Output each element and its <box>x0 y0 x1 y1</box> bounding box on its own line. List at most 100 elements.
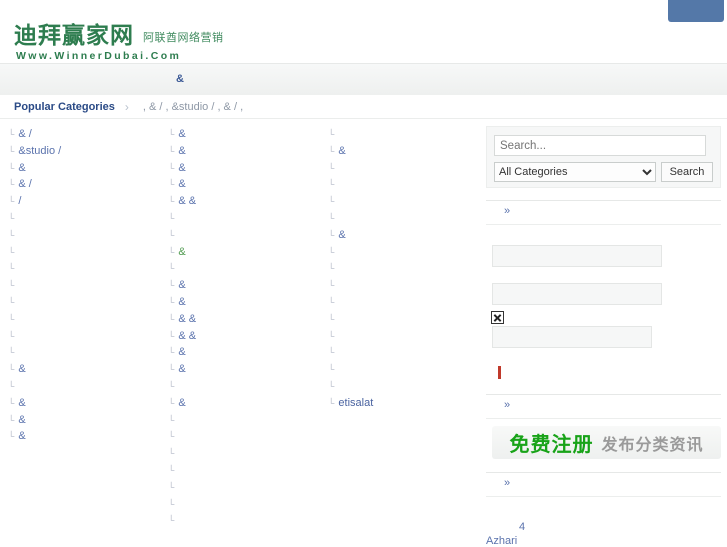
category-item: └ <box>328 378 488 395</box>
category-item[interactable]: └ & / <box>8 176 168 193</box>
list-marker-icon: └ <box>8 246 15 257</box>
category-item: └ <box>328 328 488 345</box>
category-item: └ <box>328 294 488 311</box>
category-item: └ <box>8 294 168 311</box>
category-item[interactable]: └ & <box>328 143 488 160</box>
list-marker-icon: └ <box>168 129 175 139</box>
category-item-label: etisalat <box>338 396 374 409</box>
nav-item-1[interactable]: & <box>176 73 184 85</box>
category-item[interactable]: └ & <box>168 277 328 294</box>
category-item[interactable]: └ & <box>8 395 168 412</box>
category-item-label: & <box>178 363 186 376</box>
category-item: └ <box>8 277 168 294</box>
category-item: └ <box>168 445 328 462</box>
category-item[interactable]: └ & <box>168 176 328 193</box>
list-marker-icon: └ <box>168 364 175 375</box>
category-item: └ <box>328 344 488 361</box>
category-item-label: & <box>178 178 186 191</box>
list-marker-icon: └ <box>8 196 15 207</box>
category-item-label: & <box>18 430 26 443</box>
category-item[interactable]: └ / <box>8 193 168 210</box>
list-marker-icon: └ <box>168 330 175 341</box>
category-item[interactable]: └ & <box>168 294 328 311</box>
category-item[interactable]: └ & / <box>8 126 168 143</box>
register-promo-banner[interactable]: 免费注册 发布分类资讯 <box>492 426 721 459</box>
section-header-1: » <box>486 200 721 225</box>
category-item[interactable]: └ & <box>168 244 328 261</box>
category-item: └ <box>328 176 488 193</box>
ad-placeholder-3[interactable] <box>492 326 652 348</box>
list-marker-icon: └ <box>168 212 175 223</box>
category-item[interactable]: └ & <box>8 160 168 177</box>
list-marker-icon: └ <box>168 431 175 442</box>
search-input[interactable] <box>494 135 706 156</box>
category-item[interactable]: └ & <box>328 227 488 244</box>
category-item: └ <box>168 210 328 227</box>
category-item: └ <box>8 328 168 345</box>
list-marker-icon: └ <box>328 296 335 307</box>
category-item[interactable]: └ & <box>168 143 328 160</box>
category-item: └ <box>328 160 488 177</box>
promo-subtitle-text: 发布分类资讯 <box>601 434 704 454</box>
category-item[interactable]: └ & & <box>168 193 328 210</box>
category-item: └ <box>8 244 168 261</box>
ad-placeholder-1[interactable] <box>492 245 662 267</box>
category-item: └ <box>168 479 328 496</box>
category-item: └ <box>328 244 488 261</box>
list-marker-icon: └ <box>8 179 15 190</box>
list-marker-icon: └ <box>8 414 15 425</box>
blue-tab-button[interactable] <box>668 0 724 22</box>
ad-placeholder-2[interactable] <box>492 283 662 305</box>
tail-name-link[interactable]: Azhari <box>486 535 517 547</box>
category-item[interactable]: └ & <box>168 361 328 378</box>
category-column-3: └ └ & └ └ └ └ └ & └ └ └ └ └ └ └ └ └ └ etisalat <box>328 126 488 412</box>
category-item[interactable]: └ & <box>8 412 168 429</box>
red-marker-icon <box>498 366 501 379</box>
category-item[interactable]: └ etisalat <box>328 395 488 412</box>
category-item[interactable]: └ & <box>168 126 328 143</box>
category-item: └ <box>168 260 328 277</box>
category-item[interactable]: └ &studio / <box>8 143 168 160</box>
category-item-label: & <box>18 413 26 426</box>
category-item-label: & <box>178 295 186 308</box>
breadcrumb-items[interactable]: , & / , &studio / , & / , <box>143 101 243 113</box>
category-item: └ <box>168 462 328 479</box>
list-marker-icon: └ <box>168 397 175 408</box>
broken-image-icon[interactable] <box>491 311 504 324</box>
list-marker-icon: └ <box>328 229 335 240</box>
logo-chinese-text: 迪拜赢家网 <box>14 23 134 49</box>
category-item: └ <box>168 428 328 445</box>
category-item[interactable]: └ & & <box>168 311 328 328</box>
category-item[interactable]: └ & <box>168 344 328 361</box>
list-marker-icon: └ <box>8 263 15 274</box>
section-header-2: » <box>486 394 721 419</box>
list-marker-icon: └ <box>328 397 335 408</box>
list-marker-icon: └ <box>168 380 175 391</box>
category-item[interactable]: └ & <box>168 160 328 177</box>
category-item[interactable]: └ & <box>8 361 168 378</box>
category-item: └ <box>168 227 328 244</box>
category-item[interactable]: └ & & <box>168 328 328 345</box>
category-item-label: & & <box>178 195 197 208</box>
section-more-link-2[interactable]: » <box>504 399 510 411</box>
category-item: └ <box>8 344 168 361</box>
category-item: └ <box>328 277 488 294</box>
category-item[interactable]: └ & <box>8 428 168 445</box>
section-more-link-3[interactable]: » <box>504 477 510 489</box>
category-item: └ <box>168 412 328 429</box>
list-marker-icon: └ <box>328 129 335 139</box>
logo-url: Www.WinnerDubai.Com <box>16 50 182 62</box>
category-item[interactable]: └ & <box>168 395 328 412</box>
list-marker-icon: └ <box>168 179 175 190</box>
category-item: └ <box>168 512 328 529</box>
category-select[interactable]: All Categories <box>494 162 656 182</box>
category-columns: └ & / └ &studio / └ & └ & / └ / └ └ └ └ └ └ └ └ └ └ & └ └ & └ & └ &… <box>0 126 480 545</box>
page-root: 迪拜赢家网 阿联酋网络营销 Www.WinnerDubai.Com & Popu… <box>0 0 727 547</box>
search-button[interactable]: Search <box>661 162 713 182</box>
section-more-link-1[interactable]: » <box>504 205 510 217</box>
site-header: 迪拜赢家网 阿联酋网络营销 Www.WinnerDubai.Com <box>0 24 727 63</box>
site-logo[interactable]: 迪拜赢家网 阿联酋网络营销 <box>14 25 224 48</box>
category-item-label: & & <box>178 329 197 342</box>
list-marker-icon: └ <box>8 397 15 408</box>
list-marker-icon: └ <box>328 380 335 391</box>
